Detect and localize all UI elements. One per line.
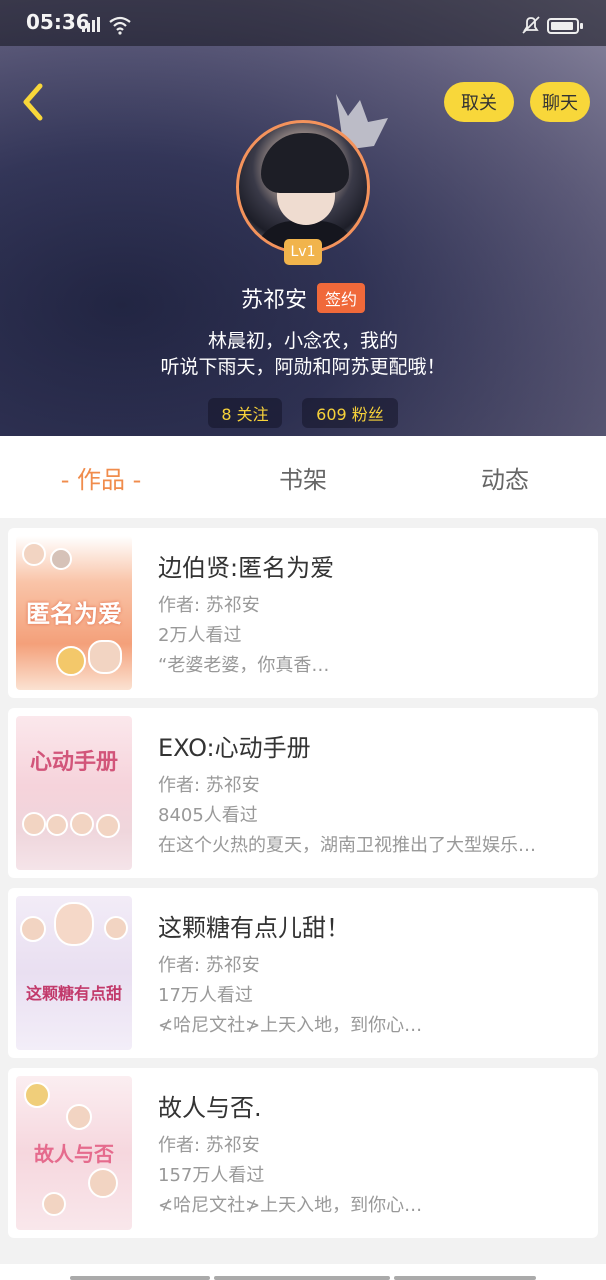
cover-title: 故人与否 bbox=[34, 1142, 114, 1166]
mute-bell-icon bbox=[522, 16, 540, 34]
book-title: 边伯贤:匿名为爱 bbox=[158, 554, 335, 582]
book-views: 2万人看过 bbox=[158, 625, 242, 646]
bio: 林晨初，小念农，我的 听说下雨天，阿勋和阿苏更配哦！ bbox=[0, 328, 606, 380]
book-snippet: “老婆老婆，你真香… bbox=[158, 655, 330, 676]
list-item[interactable]: 故人与否 故人与否. 作者: 苏祁安 157万人看过 ≮哈尼文社≯上天入地，到你… bbox=[8, 1068, 598, 1238]
book-info: 边伯贤:匿名为爱 作者: 苏祁安 2万人看过 “老婆老婆，你真香… bbox=[158, 548, 586, 681]
book-snippet: ≮哈尼文社≯上天入地，到你心… bbox=[158, 1015, 423, 1036]
book-author: 作者: 苏祁安 bbox=[158, 595, 260, 616]
book-cover: 这颗糖有点甜 bbox=[16, 896, 132, 1050]
book-cover: 心动手册 bbox=[16, 716, 132, 870]
fans-count[interactable]: 609 粉丝 bbox=[302, 398, 398, 428]
tab-bookshelf[interactable]: 书架 bbox=[202, 436, 404, 518]
book-author: 作者: 苏祁安 bbox=[158, 955, 260, 976]
book-info: 这颗糖有点儿甜！ 作者: 苏祁安 17万人看过 ≮哈尼文社≯上天入地，到你心… bbox=[158, 908, 586, 1041]
back-button[interactable] bbox=[14, 80, 54, 124]
book-title: 这颗糖有点儿甜！ bbox=[158, 914, 350, 942]
works-list: 匿名为爱 边伯贤:匿名为爱 作者: 苏祁安 2万人看过 “老婆老婆，你真香… 心… bbox=[8, 528, 598, 1248]
tab-bar: - 作品 - 书架 动态 bbox=[0, 436, 606, 518]
signal-icon bbox=[82, 17, 100, 32]
book-cover: 匿名为爱 bbox=[16, 536, 132, 690]
chat-button[interactable]: 聊天 bbox=[530, 82, 590, 122]
level-badge: Lv1 bbox=[284, 239, 322, 265]
name-row: 苏祁安 签约 bbox=[0, 282, 606, 314]
list-item[interactable]: 这颗糖有点甜 这颗糖有点儿甜！ 作者: 苏祁安 17万人看过 ≮哈尼文社≯上天入… bbox=[8, 888, 598, 1058]
book-author: 作者: 苏祁安 bbox=[158, 775, 260, 796]
status-bar: 05:36 bbox=[0, 0, 606, 46]
bio-line-1: 林晨初，小念农，我的 bbox=[207, 330, 398, 352]
book-title: 故人与否. bbox=[158, 1094, 262, 1122]
status-time: 05:36 bbox=[26, 10, 90, 34]
unfollow-button[interactable]: 取关 bbox=[444, 82, 514, 122]
list-item[interactable]: 心动手册 EXO:心动手册 作者: 苏祁安 8405人看过 在这个火热的夏天，湖… bbox=[8, 708, 598, 878]
signed-badge: 签约 bbox=[317, 283, 366, 313]
book-info: 故人与否. 作者: 苏祁安 157万人看过 ≮哈尼文社≯上天入地，到你心… bbox=[158, 1088, 586, 1221]
bio-line-2: 听说下雨天，阿勋和阿苏更配哦！ bbox=[160, 356, 446, 378]
book-author: 作者: 苏祁安 bbox=[158, 1135, 260, 1156]
book-snippet: 在这个火热的夏天，湖南卫视推出了大型娱乐… bbox=[158, 835, 536, 856]
following-count[interactable]: 8 关注 bbox=[208, 398, 282, 428]
avatar[interactable] bbox=[236, 120, 370, 254]
battery-icon bbox=[547, 18, 583, 34]
tab-works[interactable]: - 作品 - bbox=[0, 436, 202, 518]
cover-title: 心动手册 bbox=[29, 750, 118, 775]
bottom-indicator bbox=[0, 1264, 606, 1280]
wifi-icon bbox=[109, 16, 131, 35]
user-name: 苏祁安 bbox=[240, 288, 307, 313]
book-title: EXO:心动手册 bbox=[158, 734, 311, 762]
book-info: EXO:心动手册 作者: 苏祁安 8405人看过 在这个火热的夏天，湖南卫视推出… bbox=[158, 728, 586, 861]
cover-title: 这颗糖有点甜 bbox=[25, 984, 122, 1003]
profile-header: 05:36 取关 聊天 Lv1 苏祁安 签约 林晨初，小念农，我的 听说下雨天，… bbox=[0, 0, 606, 436]
book-views: 157万人看过 bbox=[158, 1165, 265, 1186]
cover-title: 匿名为爱 bbox=[26, 600, 122, 628]
book-snippet: ≮哈尼文社≯上天入地，到你心… bbox=[158, 1195, 423, 1216]
book-cover: 故人与否 bbox=[16, 1076, 132, 1230]
book-views: 8405人看过 bbox=[158, 805, 258, 826]
book-views: 17万人看过 bbox=[158, 985, 253, 1006]
list-item[interactable]: 匿名为爱 边伯贤:匿名为爱 作者: 苏祁安 2万人看过 “老婆老婆，你真香… bbox=[8, 528, 598, 698]
tab-activity[interactable]: 动态 bbox=[404, 436, 606, 518]
